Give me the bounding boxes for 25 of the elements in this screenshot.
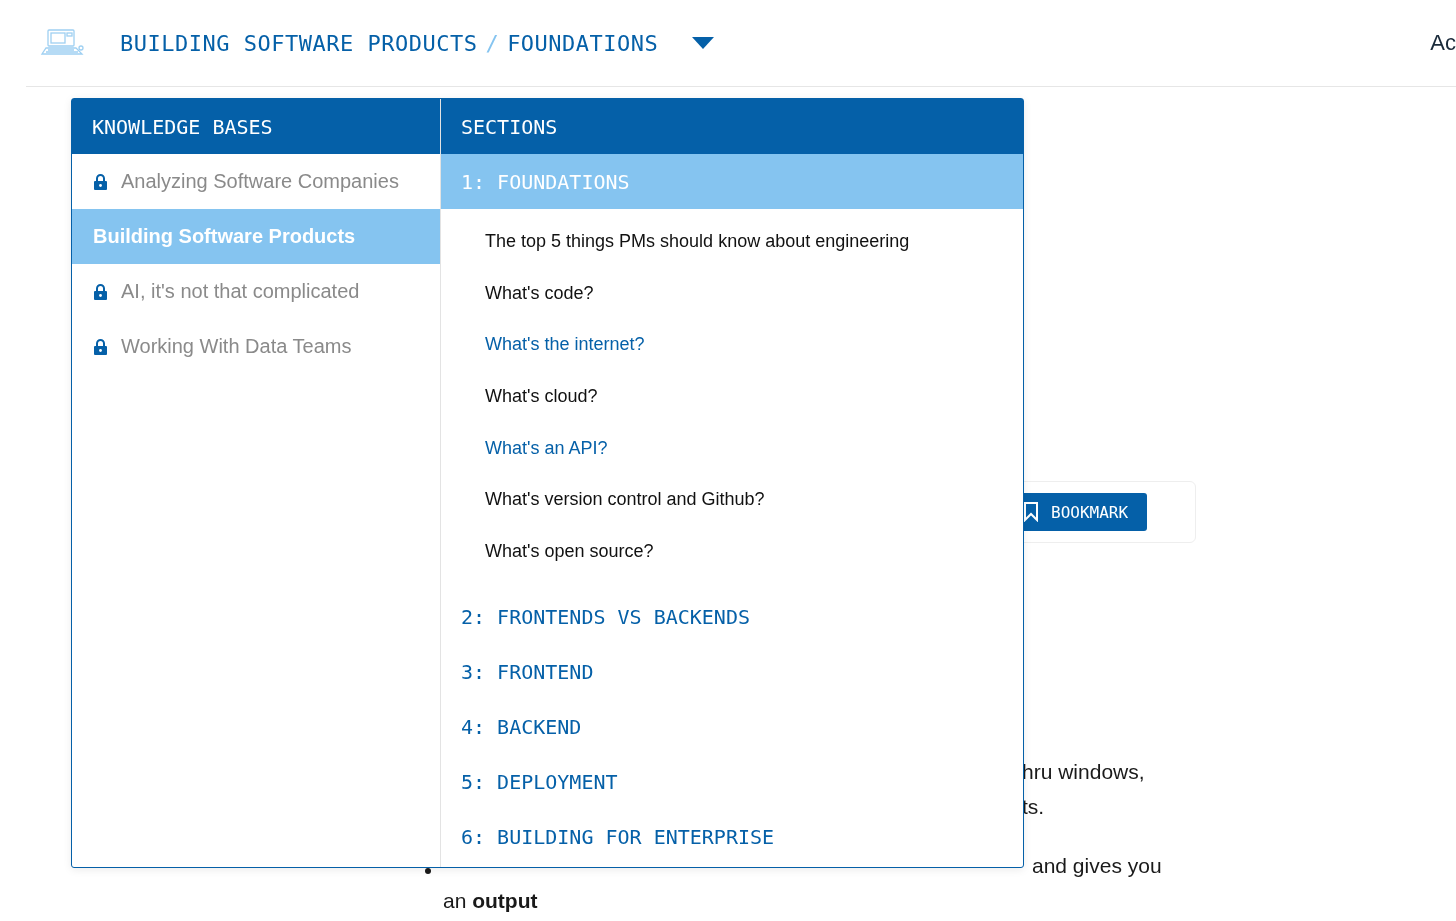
paragraph-text: an output (443, 888, 538, 914)
column-header: SECTIONS (441, 99, 1023, 154)
section-item[interactable]: 2: FRONTENDS VS BACKENDS (441, 589, 1023, 645)
column-header: KNOWLEDGE BASES (72, 99, 440, 154)
dropdown-caret-icon[interactable] (692, 37, 715, 49)
knowledge-base-item[interactable]: AI, it's not that complicated (72, 264, 440, 319)
lesson-link[interactable]: The top 5 things PMs should know about engineering (485, 216, 910, 268)
section-item[interactable]: 6: BUILDING FOR ENTERPRISE (441, 809, 1023, 865)
lesson-link[interactable]: What's version control and Github? (485, 473, 765, 526)
section-item[interactable]: 5: DEPLOYMENT (441, 754, 1023, 810)
paragraph-text: and gives you (1032, 853, 1162, 879)
lesson-link[interactable]: What's open source? (485, 525, 654, 578)
knowledge-base-item[interactable]: Working With Data Teams (72, 319, 440, 374)
account-link[interactable]: Ac (1430, 30, 1456, 56)
lesson-link[interactable]: What's code? (485, 267, 594, 320)
knowledge-base-item[interactable]: Analyzing Software Companies (72, 154, 440, 209)
section-item[interactable]: 3: FRONTEND (441, 644, 1023, 700)
section-item[interactable]: 4: BACKEND (441, 699, 1023, 755)
lesson-link[interactable]: What's cloud? (485, 370, 598, 423)
lesson-link[interactable]: What's an API? (485, 422, 608, 474)
breadcrumb-link[interactable]: BUILDING SOFTWARE PRODUCTS (120, 30, 478, 56)
paragraph-text: ts. (1022, 794, 1046, 819)
lesson-link[interactable]: What's the internet? (485, 319, 645, 371)
breadcrumb-separator: / (485, 30, 500, 56)
breadcrumb-link[interactable]: FOUNDATIONS (507, 30, 659, 56)
